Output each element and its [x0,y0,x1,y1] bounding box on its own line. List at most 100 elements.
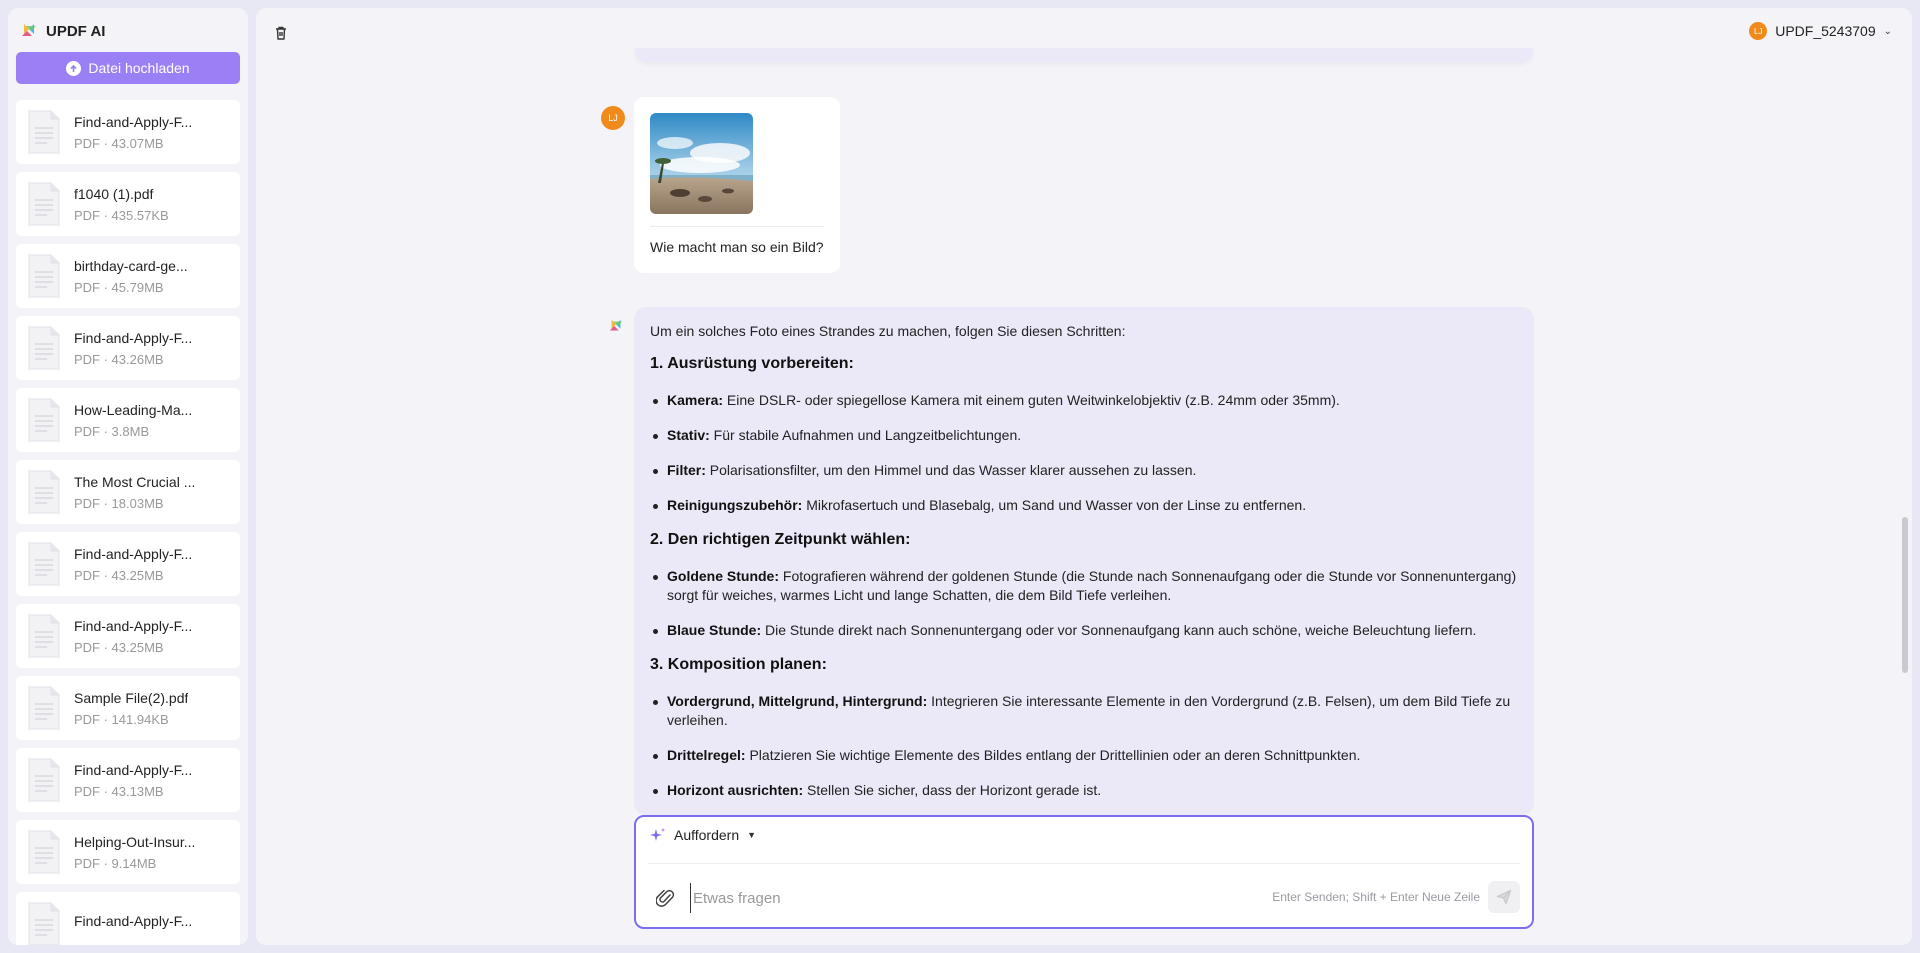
ai-section-list: Kamera: Eine DSLR- oder spiegellose Kame… [650,391,1518,515]
file-item[interactable]: Find-and-Apply-F... PDF · 43.13MB [16,748,240,812]
trash-icon[interactable] [271,23,291,43]
file-item[interactable]: How-Leading-Ma... PDF · 3.8MB [16,388,240,452]
file-meta: Find-and-Apply-F... PDF · 43.07MB [74,114,192,151]
send-button[interactable] [1488,881,1520,913]
chevron-down-icon: ⌄ [1883,25,1892,37]
ai-list-item: Stativ: Für stabile Aufnahmen und Langze… [650,426,1518,445]
file-meta: The Most Crucial ... PDF · 18.03MB [74,474,195,511]
sparkle-icon [650,828,665,841]
pdf-file-icon [28,470,60,514]
file-item[interactable]: birthday-card-ge... PDF · 45.79MB [16,244,240,308]
file-item[interactable]: Find-and-Apply-F... PDF · 43.25MB [16,604,240,668]
file-item[interactable]: f1040 (1).pdf PDF · 435.57KB [16,172,240,236]
file-size: PDF · 43.26MB [74,351,164,367]
ai-item-term: Kamera: [667,392,724,408]
pdf-file-icon [28,902,60,945]
file-meta: Sample File(2).pdf PDF · 141.94KB [74,690,188,727]
file-size: PDF · 9.14MB [74,855,157,871]
updf-logo-icon [22,24,36,36]
file-size: PDF · 141.94KB [74,711,169,727]
file-item[interactable]: The Most Crucial ... PDF · 18.03MB [16,460,240,524]
pdf-file-icon [28,686,60,730]
prompt-mode-dropdown[interactable]: Auffordern ▼ [650,827,756,843]
file-meta: Find-and-Apply-F... PDF · 43.13MB [74,762,192,799]
ai-item-text: Platzieren Sie wichtige Elemente des Bil… [745,747,1361,763]
ai-section-heading: 1. Ausrüstung vorbereiten: [650,355,854,372]
username: UPDF_5243709 [1775,23,1876,39]
ai-list-item: Kamera: Eine DSLR- oder spiegellose Kame… [650,391,1518,410]
file-meta: Find-and-Apply-F... PDF · 43.25MB [74,618,192,655]
prompt-mode-label: Auffordern [674,827,740,843]
file-meta: How-Leading-Ma... PDF · 3.8MB [74,402,192,439]
divider [650,226,824,227]
chat-panel: LJ UPDF_5243709 ⌄ LJ Wie macht man so ei… [256,8,1912,945]
file-meta: Find-and-Apply-F... PDF · 43.26MB [74,330,192,367]
chat-scrollbar[interactable] [1902,517,1908,673]
file-meta: Helping-Out-Insur... PDF · 9.14MB [74,834,195,871]
user-message-text: Wie macht man so ein Bild? [650,239,824,255]
ai-item-text: Die Stunde direkt nach Sonnenuntergang o… [761,622,1477,638]
pdf-file-icon [28,326,60,370]
file-name: Find-and-Apply-F... [74,913,193,929]
ai-item-text: Fotografieren während der goldenen Stund… [667,568,1517,603]
updf-ai-icon [609,319,623,331]
file-item[interactable]: Find-and-Apply-F... PDF · 43.07MB [16,100,240,164]
file-name: Find-and-Apply-F... [74,113,193,130]
pdf-file-icon [28,614,60,658]
file-name: How-Leading-Ma... [74,401,193,418]
ai-list-item: Drittelregel: Platzieren Sie wichtige El… [650,746,1518,765]
beach-photo-thumbnail[interactable] [650,113,753,214]
composer: Auffordern ▼ Enter Senden; Shift + Enter… [634,815,1534,929]
pdf-file-icon [28,542,60,586]
ai-message: Um ein solches Foto eines Strandes zu ma… [634,307,1534,815]
file-size: PDF · 43.07MB [74,135,164,151]
ai-item-term: Stativ: [667,427,710,443]
brand: UPDF AI [20,22,105,40]
file-item[interactable]: Find-and-Apply-F... PDF · 43.25MB [16,532,240,596]
ai-item-term: Filter: [667,462,706,478]
send-hint: Enter Senden; Shift + Enter Neue Zeile [1272,890,1480,904]
ai-item-text: Für stabile Aufnahmen und Langzeitbelich… [709,427,1022,443]
file-list: Find-and-Apply-F... PDF · 43.07MB f1040 (1… [16,100,240,945]
upload-file-button[interactable]: Datei hochladen [16,52,240,84]
file-name: birthday-card-ge... [74,257,188,274]
ai-section-list: Vordergrund, Mittelgrund, Hintergrund: I… [650,692,1518,800]
paperclip-icon[interactable] [656,887,676,909]
file-name: Find-and-Apply-F... [74,761,193,778]
ai-list-item: Filter: Polarisationsfilter, um den Himm… [650,461,1518,480]
file-item[interactable]: Find-and-Apply-F... [16,892,240,945]
file-item[interactable]: Helping-Out-Insur... PDF · 9.14MB [16,820,240,884]
previous-message-bubble [634,48,1534,62]
ai-list-item: Goldene Stunde: Fotografieren während de… [650,567,1518,605]
ai-item-term: Drittelregel: [667,747,746,763]
pdf-file-icon [28,110,60,154]
pdf-file-icon [28,182,60,226]
file-size: PDF · 435.57KB [74,207,169,223]
ai-section-heading: 2. Den richtigen Zeitpunkt wählen: [650,531,911,548]
upload-icon [66,60,82,76]
file-item[interactable]: Find-and-Apply-F... PDF · 43.26MB [16,316,240,380]
user-menu[interactable]: LJ UPDF_5243709 ⌄ [1749,22,1892,40]
file-name: The Most Crucial ... [74,473,196,490]
ask-input[interactable] [690,883,1250,913]
ai-list-item: Horizont ausrichten: Stellen Sie sicher,… [650,781,1518,800]
file-name: Sample File(2).pdf [74,689,189,706]
file-size: PDF · 45.79MB [74,279,164,295]
ai-list-item: Reinigungszubehör: Mikrofasertuch und Bl… [650,496,1518,515]
ai-item-term: Goldene Stunde: [667,568,779,584]
avatar: LJ [1749,22,1768,40]
file-size: PDF · 43.25MB [74,567,164,583]
ai-item-text: Stellen Sie sicher, dass der Horizont ge… [803,782,1102,798]
ai-item-term: Vordergrund, Mittelgrund, Hintergrund: [667,693,928,709]
file-item[interactable]: Sample File(2).pdf PDF · 141.94KB [16,676,240,740]
user-message: Wie macht man so ein Bild? [634,97,840,273]
pdf-file-icon [28,758,60,802]
ai-item-text: Mikrofasertuch und Blasebalg, um Sand un… [802,497,1307,513]
ai-section-heading: 3. Komposition planen: [650,656,827,673]
ai-item-text: Eine DSLR- oder spiegellose Kamera mit e… [723,392,1340,408]
ai-list-item: Blaue Stunde: Die Stunde direkt nach Son… [650,621,1518,640]
file-size: PDF · 3.8MB [74,423,150,439]
ai-item-text: Polarisationsfilter, um den Himmel und d… [705,462,1197,478]
file-meta: birthday-card-ge... PDF · 45.79MB [74,258,188,295]
pdf-file-icon [28,830,60,874]
